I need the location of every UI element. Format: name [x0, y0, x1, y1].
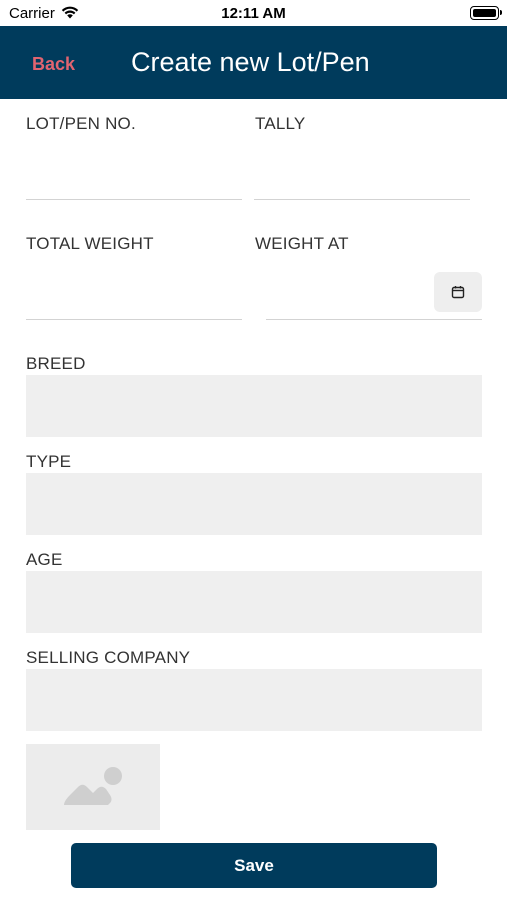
total-weight-input[interactable] — [26, 288, 242, 320]
selling-company-label: SELLING COMPANY — [26, 648, 191, 667]
type-input[interactable] — [26, 473, 482, 535]
back-button[interactable]: Back — [32, 54, 75, 75]
age-label: AGE — [26, 550, 63, 569]
lot-pen-no-input[interactable] — [26, 168, 242, 200]
tally-label: TALLY — [255, 114, 306, 133]
navigation-bar: Back Create new Lot/Pen — [0, 26, 507, 99]
status-time: 12:11 AM — [221, 5, 286, 22]
battery-icon — [470, 6, 502, 20]
date-picker-button[interactable] — [434, 272, 482, 312]
breed-input[interactable] — [26, 375, 482, 437]
selling-company-input[interactable] — [26, 669, 482, 731]
calendar-icon — [451, 286, 465, 299]
age-input[interactable] — [26, 571, 482, 633]
status-bar: Carrier 12:11 AM — [0, 0, 507, 26]
breed-label: BREED — [26, 354, 86, 373]
save-button[interactable]: Save — [71, 843, 437, 888]
weight-at-label: WEIGHT AT — [255, 234, 349, 253]
image-placeholder-icon — [64, 767, 122, 805]
lot-pen-no-label: LOT/PEN NO. — [26, 114, 136, 133]
page-title: Create new Lot/Pen — [131, 47, 370, 77]
total-weight-label: TOTAL WEIGHT — [26, 234, 154, 253]
photo-upload[interactable] — [26, 744, 160, 830]
tally-input[interactable] — [254, 168, 470, 200]
type-label: TYPE — [26, 452, 72, 471]
